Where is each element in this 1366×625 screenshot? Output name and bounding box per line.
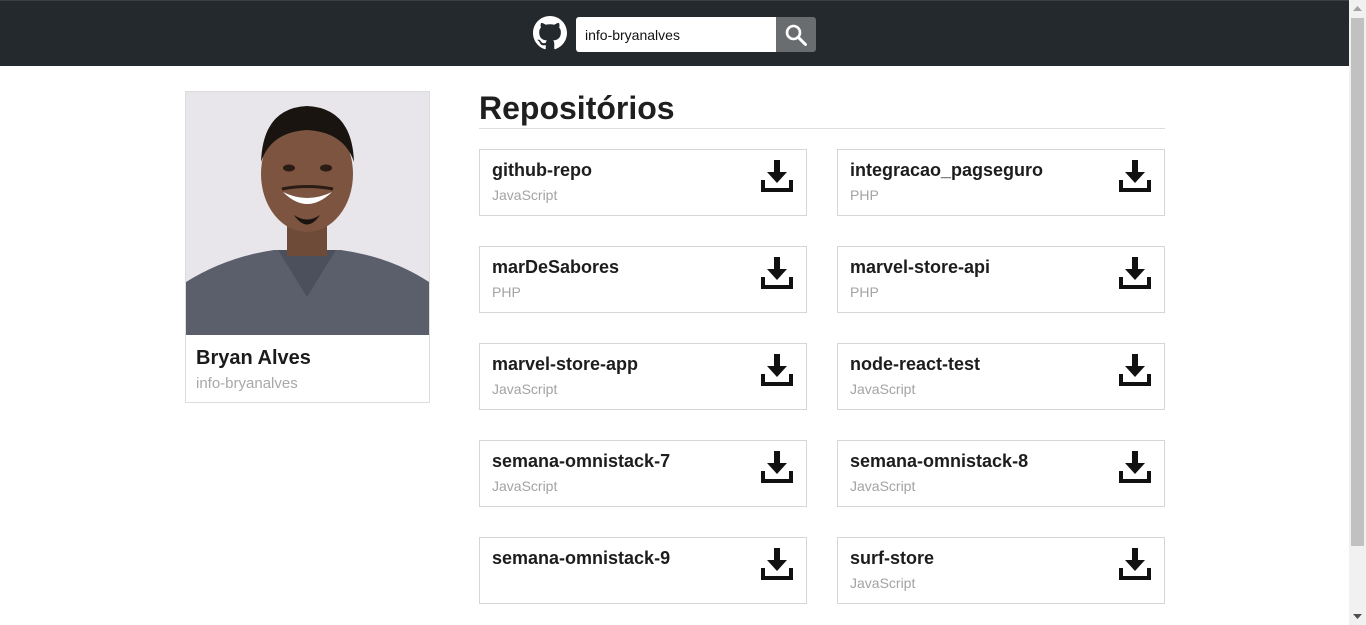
page: Bryan Alves info-bryanalves Repositórios… — [0, 0, 1366, 625]
page-title: Repositórios — [479, 90, 675, 126]
profile-name: Bryan Alves — [196, 347, 311, 369]
profile-login: info-bryanalves — [196, 375, 298, 392]
download-icon[interactable] — [1119, 353, 1151, 387]
repo-name[interactable]: semana-omnistack-7 — [492, 451, 670, 472]
download-icon[interactable] — [761, 353, 793, 387]
scroll-up-arrow-icon[interactable] — [1349, 0, 1366, 17]
download-icon[interactable] — [1119, 450, 1151, 484]
vertical-scrollbar[interactable] — [1349, 0, 1366, 625]
repo-card[interactable]: node-react-test JavaScript — [837, 343, 1165, 410]
repo-card[interactable]: marvel-store-app JavaScript — [479, 343, 807, 410]
scrollbar-thumb[interactable] — [1351, 18, 1364, 546]
search-icon — [785, 24, 807, 46]
repo-language: PHP — [850, 284, 879, 300]
repo-card[interactable]: surf-store JavaScript — [837, 537, 1165, 604]
download-icon[interactable] — [761, 450, 793, 484]
repo-card[interactable]: integracao_pagseguro PHP — [837, 149, 1165, 216]
profile-card: Bryan Alves info-bryanalves — [185, 91, 430, 403]
repo-card[interactable]: github-repo JavaScript — [479, 149, 807, 216]
search-input[interactable] — [576, 17, 776, 52]
repo-card[interactable]: marvel-store-api PHP — [837, 246, 1165, 313]
repo-card[interactable]: semana-omnistack-8 JavaScript — [837, 440, 1165, 507]
download-icon[interactable] — [1119, 159, 1151, 193]
repo-name[interactable]: semana-omnistack-9 — [492, 548, 670, 569]
download-icon[interactable] — [761, 159, 793, 193]
repo-card[interactable]: semana-omnistack-9 — [479, 537, 807, 604]
repo-name[interactable]: marvel-store-api — [850, 257, 990, 278]
repo-name[interactable]: github-repo — [492, 160, 592, 181]
top-navbar — [0, 0, 1349, 66]
repo-language: JavaScript — [492, 381, 558, 397]
avatar — [186, 92, 429, 335]
repo-language: PHP — [492, 284, 521, 300]
repo-language: JavaScript — [850, 575, 916, 591]
repo-name[interactable]: node-react-test — [850, 354, 980, 375]
repo-card[interactable]: semana-omnistack-7 JavaScript — [479, 440, 807, 507]
repo-language: JavaScript — [492, 187, 558, 203]
download-icon[interactable] — [761, 547, 793, 581]
scroll-down-arrow-icon[interactable] — [1349, 608, 1366, 625]
repo-name[interactable]: marDeSabores — [492, 257, 619, 278]
repo-name[interactable]: semana-omnistack-8 — [850, 451, 1028, 472]
repo-language: JavaScript — [850, 381, 916, 397]
github-icon[interactable] — [533, 16, 567, 50]
download-icon[interactable] — [1119, 256, 1151, 290]
repo-name[interactable]: integracao_pagseguro — [850, 160, 1043, 181]
repo-language: JavaScript — [850, 478, 916, 494]
repo-name[interactable]: marvel-store-app — [492, 354, 638, 375]
search-button[interactable] — [776, 17, 816, 52]
divider — [479, 128, 1165, 129]
download-icon[interactable] — [1119, 547, 1151, 581]
repo-name[interactable]: surf-store — [850, 548, 934, 569]
repo-card[interactable]: marDeSabores PHP — [479, 246, 807, 313]
repo-language: JavaScript — [492, 478, 558, 494]
download-icon[interactable] — [761, 256, 793, 290]
repo-language: PHP — [850, 187, 879, 203]
